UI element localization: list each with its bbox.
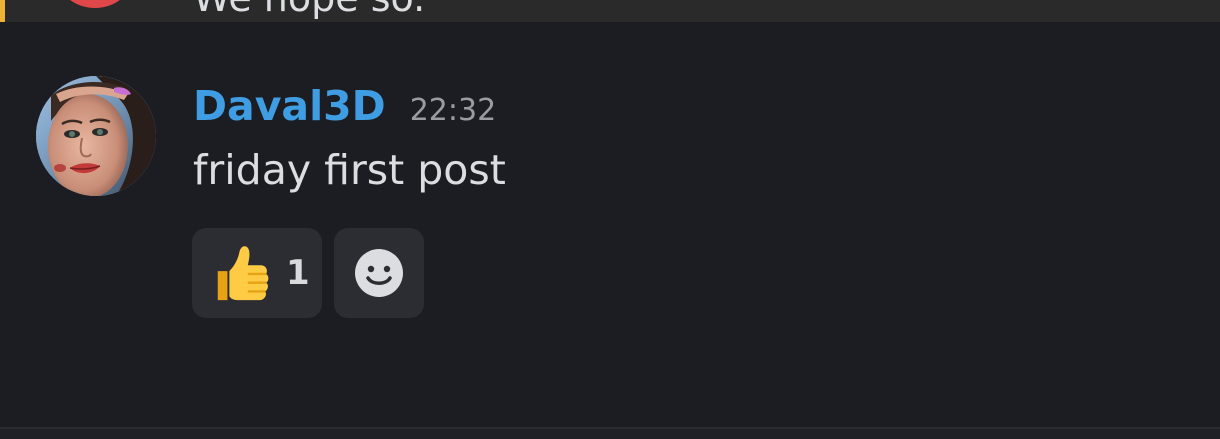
- reaction-thumbs-up[interactable]: 1: [192, 228, 322, 318]
- message[interactable]: Daval3D 22:32 friday first post 1: [0, 22, 1220, 427]
- reactions-bar: 1: [192, 228, 424, 318]
- smiley-icon: [355, 249, 403, 297]
- thumbs-up-icon: [217, 246, 269, 301]
- message-divider: [0, 427, 1220, 439]
- message-header: Daval3D 22:32: [193, 82, 496, 132]
- add-reaction-button[interactable]: [334, 228, 424, 318]
- message-timestamp[interactable]: 22:32: [410, 93, 496, 128]
- previous-author-avatar[interactable]: [58, 0, 132, 8]
- previous-message: We hope so.: [0, 0, 1220, 22]
- reaction-count: 1: [286, 253, 310, 293]
- avatar[interactable]: [36, 76, 156, 196]
- author-username[interactable]: Daval3D: [193, 82, 386, 130]
- mention-highlight-bar: [0, 0, 5, 22]
- chat-view: We hope so.: [0, 0, 1220, 439]
- previous-message-text: We hope so.: [193, 0, 425, 18]
- message-content: friday first post: [193, 146, 506, 194]
